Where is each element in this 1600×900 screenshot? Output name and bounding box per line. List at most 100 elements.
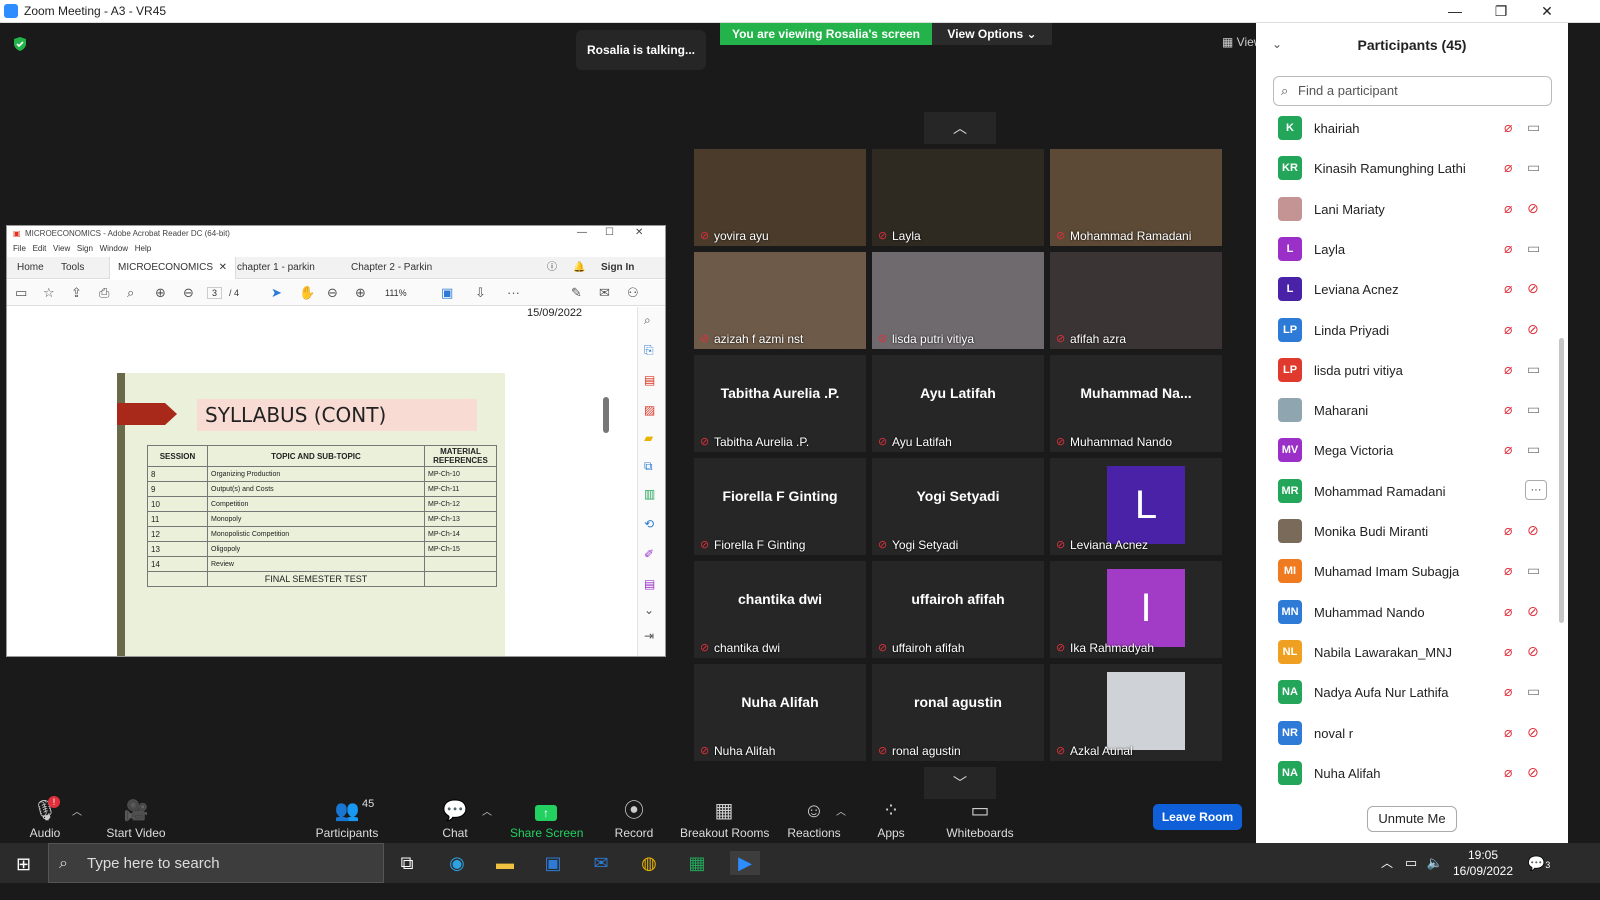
- zoom-out-icon[interactable]: ⊖: [327, 285, 338, 301]
- scroll-mode-icon[interactable]: ⇩: [475, 285, 486, 301]
- notifications-icon[interactable]: 💬3: [1524, 851, 1554, 875]
- menu-view[interactable]: View: [53, 244, 70, 253]
- participant-video-tile[interactable]: L ⊘ Leviana Acnez: [1050, 458, 1222, 555]
- menu-window[interactable]: Window: [100, 244, 128, 253]
- participant-row[interactable]: NA Nuha Alifah ⌀ ⊘: [1256, 754, 1568, 794]
- share-user-icon[interactable]: ⚇: [627, 285, 639, 301]
- expand-down-icon[interactable]: ⌄: [644, 603, 654, 617]
- audio-options-caret-icon[interactable]: ︿: [72, 803, 82, 818]
- tab-microeconomics[interactable]: MICROECONOMICS ✕: [109, 257, 236, 279]
- participant-video-tile[interactable]: ⊘ lisda putri vitiya: [872, 252, 1044, 349]
- protect-icon[interactable]: ⟲: [644, 517, 654, 531]
- collapse-panel-icon[interactable]: ⇥: [644, 629, 654, 643]
- menu-file[interactable]: File: [13, 244, 26, 253]
- more-tools-icon[interactable]: ···: [507, 285, 520, 300]
- chat-button[interactable]: 💬 Chat: [436, 800, 474, 842]
- view-options-button[interactable]: View Options ⌄: [932, 23, 1052, 45]
- reactions-button[interactable]: ☺ Reactions: [786, 800, 842, 842]
- excel-icon[interactable]: ▦: [682, 851, 712, 875]
- participant-row[interactable]: Lani Mariaty ⌀ ⊘: [1256, 190, 1568, 230]
- zoom-level[interactable]: 111%: [385, 288, 407, 298]
- participant-row[interactable]: L Leviana Acnez ⌀ ⊘: [1256, 270, 1568, 310]
- tab-tools[interactable]: Tools: [53, 257, 92, 279]
- tab-chapter-2[interactable]: Chapter 2 - Parkin: [343, 257, 440, 279]
- pdf-close-icon[interactable]: ✕: [635, 227, 643, 238]
- breakout-rooms-button[interactable]: ▦ Breakout Rooms: [680, 800, 769, 842]
- page-down-icon[interactable]: ⊖: [183, 285, 194, 301]
- zoom-in-icon[interactable]: ⊕: [355, 285, 366, 301]
- share-screen-button[interactable]: ↑ Share Screen: [510, 800, 583, 842]
- help-icon[interactable]: ⓘ: [539, 257, 565, 279]
- microsoft-store-icon[interactable]: ▣: [538, 851, 568, 875]
- upload-icon[interactable]: ⇪: [71, 285, 82, 301]
- participant-video-tile[interactable]: Ayu Latifah ⊘ Ayu Latifah: [872, 355, 1044, 452]
- more-options-button[interactable]: ···: [1525, 479, 1547, 500]
- page-number-input[interactable]: 3: [207, 287, 223, 299]
- participant-row[interactable]: LP lisda putri vitiya ⌀ ▭: [1256, 351, 1568, 391]
- task-view-icon[interactable]: ⧉: [392, 851, 422, 875]
- comment-icon[interactable]: ▰: [644, 431, 653, 445]
- menu-sign[interactable]: Sign: [77, 244, 93, 253]
- taskbar-clock[interactable]: 19:05 16/09/2022: [1452, 847, 1514, 879]
- participant-row[interactable]: Maharani ⌀ ▭: [1256, 391, 1568, 431]
- participant-row[interactable]: Kkhairiah ⌀ ▭: [1256, 109, 1568, 149]
- gallery-up-arrow-icon[interactable]: ︿: [924, 112, 996, 144]
- participant-video-tile[interactable]: ronal agustin ⊘ ronal agustin: [872, 664, 1044, 761]
- edit-pdf-icon[interactable]: ▨: [644, 403, 655, 417]
- zoom-taskbar-icon[interactable]: ▶: [730, 851, 760, 875]
- search-icon[interactable]: ⌕: [644, 313, 651, 328]
- participant-video-tile[interactable]: ⊘ yovira ayu: [694, 149, 866, 246]
- sign-in-link[interactable]: Sign In: [593, 257, 642, 279]
- print-icon[interactable]: ⎙: [99, 285, 109, 301]
- participant-video-tile[interactable]: Yogi Setyadi ⊘ Yogi Setyadi: [872, 458, 1044, 555]
- tab-home[interactable]: Home: [9, 257, 52, 279]
- mail-icon[interactable]: ✉: [586, 851, 616, 875]
- participant-video-tile[interactable]: ⊘ Azkal Aunal: [1050, 664, 1222, 761]
- participant-video-tile[interactable]: Nuha Alifah ⊘ Nuha Alifah: [694, 664, 866, 761]
- select-cursor-icon[interactable]: ➤: [271, 285, 282, 301]
- pdf-scrollbar[interactable]: [603, 397, 609, 433]
- pdf-minimize-icon[interactable]: —: [577, 227, 587, 238]
- sign-pen-icon[interactable]: ✎: [571, 285, 582, 301]
- bell-icon[interactable]: 🔔: [565, 257, 593, 279]
- participant-row[interactable]: L Layla ⌀ ▭: [1256, 230, 1568, 270]
- record-button[interactable]: ⦿ Record: [612, 800, 656, 842]
- participant-row[interactable]: MV Mega Victoria ⌀ ▭: [1256, 431, 1568, 471]
- participant-search-input[interactable]: ⌕ Find a participant: [1273, 76, 1552, 106]
- pdf-maximize-icon[interactable]: ☐: [605, 227, 614, 238]
- whiteboards-button[interactable]: ▭ Whiteboards: [946, 800, 1014, 842]
- participant-row[interactable]: LP Linda Priyadi ⌀ ⊘: [1256, 311, 1568, 351]
- organize-pages-icon[interactable]: ▤: [644, 373, 655, 387]
- tab-chapter-1[interactable]: chapter 1 - parkin: [229, 257, 323, 279]
- participant-video-tile[interactable]: uffairoh afifah ⊘ uffairoh afifah: [872, 561, 1044, 658]
- tab-close-icon[interactable]: ✕: [219, 262, 227, 273]
- menu-edit[interactable]: Edit: [33, 244, 47, 253]
- participant-video-tile[interactable]: Muhammad Na... ⊘ Muhammad Nando: [1050, 355, 1222, 452]
- close-button[interactable]: ✕: [1524, 0, 1570, 23]
- chat-options-caret-icon[interactable]: ︿: [482, 803, 492, 818]
- page-up-icon[interactable]: ⊕: [155, 285, 166, 301]
- maximize-button[interactable]: ❐: [1478, 0, 1524, 23]
- participant-row[interactable]: MN Muhammad Nando ⌀ ⊘: [1256, 593, 1568, 633]
- file-explorer-icon[interactable]: ▬: [490, 851, 520, 875]
- participant-row[interactable]: KR Kinasih Ramunghing Lathi ⌀ ▭: [1256, 149, 1568, 189]
- participant-video-tile[interactable]: ⊘ azizah f azmi nst: [694, 252, 866, 349]
- gallery-down-arrow-icon[interactable]: ﹀: [924, 767, 996, 799]
- shield-icon[interactable]: [13, 37, 27, 51]
- participant-row[interactable]: NR noval r ⌀ ⊘: [1256, 714, 1568, 754]
- participants-button[interactable]: 👥 45 Participants: [314, 798, 380, 842]
- export-pdf-icon[interactable]: ⎘: [644, 343, 654, 358]
- fit-page-icon[interactable]: ▣: [441, 285, 453, 301]
- chrome-browser-icon[interactable]: ◍: [634, 851, 664, 875]
- edge-browser-icon[interactable]: ◉: [442, 851, 472, 875]
- star-icon[interactable]: ☆: [43, 285, 55, 301]
- leave-room-button[interactable]: Leave Room: [1153, 804, 1242, 830]
- participant-video-tile[interactable]: Tabitha Aurelia .P. ⊘ Tabitha Aurelia .P.: [694, 355, 866, 452]
- participant-row[interactable]: NA Nadya Aufa Nur Lathifa ⌀ ▭: [1256, 673, 1568, 713]
- participant-video-tile[interactable]: Fiorella F Ginting ⊘ Fiorella F Ginting: [694, 458, 866, 555]
- start-video-button[interactable]: 🎥 Start Video: [100, 800, 172, 842]
- participant-video-tile[interactable]: ⊘ Layla: [872, 149, 1044, 246]
- volume-icon[interactable]: 🔈: [1420, 851, 1450, 875]
- participant-row[interactable]: MR Mohammad Ramadani ···: [1256, 472, 1568, 512]
- participant-row[interactable]: NL Nabila Lawarakan_MNJ ⌀ ⊘: [1256, 633, 1568, 673]
